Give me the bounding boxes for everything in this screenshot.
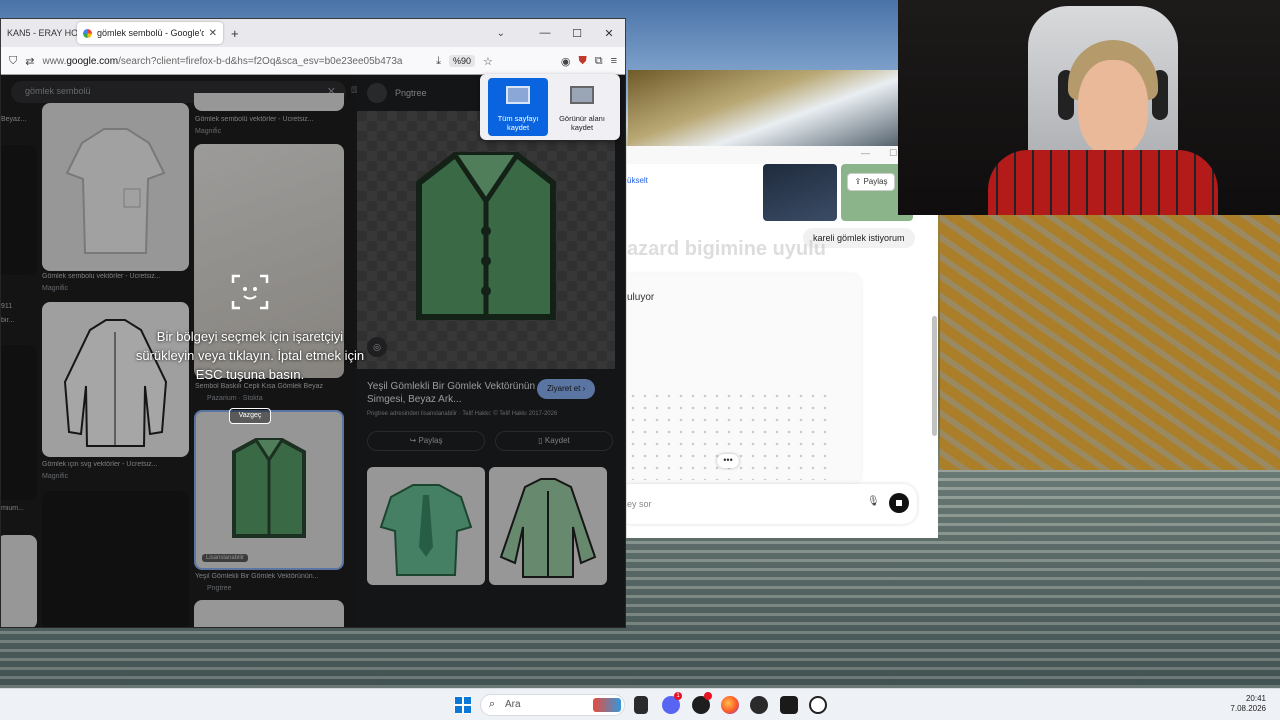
tab-bar: KAN5 - ERAY HOU ✕ gömlek sembolü - Googl… xyxy=(1,19,625,47)
obs-icon[interactable] xyxy=(750,696,768,714)
chevron-down-icon[interactable]: ⌄ xyxy=(497,28,505,39)
shield-icon[interactable]: ⛉ xyxy=(9,55,17,68)
mic-icon[interactable]: 🎙 xyxy=(867,496,880,507)
url-bar[interactable]: www.google.com/search?client=firefox-b-d… xyxy=(42,56,428,67)
ghost-text: azard bigimine uyulu xyxy=(627,238,826,260)
tab-1[interactable]: KAN5 - ERAY HOU ✕ xyxy=(1,22,77,44)
taskbar: ⌕ Ara 1 20:41 7.08.2026 xyxy=(0,688,1280,720)
visible-area-icon xyxy=(570,86,594,104)
maximize-icon[interactable]: ☐ xyxy=(889,148,897,159)
close-icon[interactable]: ✕ xyxy=(593,27,625,40)
screenshot-options-panel: Tüm sayfayı kaydet Görünür alanı kaydet xyxy=(480,74,620,140)
menu-icon[interactable]: ≡ xyxy=(611,55,617,67)
wallpaper-mountains xyxy=(628,70,898,150)
url-path: /search?client=firefox-b-d&hs=f2Oq&sca_e… xyxy=(118,55,403,67)
tab-2[interactable]: gömlek sembolü - Google'da Ar ✕ xyxy=(77,22,223,44)
windows-start-icon[interactable] xyxy=(454,696,472,714)
account-icon[interactable]: ◉ xyxy=(561,55,571,68)
close-tab-icon[interactable]: ✕ xyxy=(209,28,217,39)
wallpaper-slope xyxy=(940,215,1280,475)
bookmark-star-icon[interactable]: ☆ xyxy=(483,55,493,68)
save-full-page-label: Tüm sayfayı kaydet xyxy=(497,114,539,132)
firefox-icon[interactable] xyxy=(721,696,739,714)
full-page-icon xyxy=(506,86,530,104)
save-visible-area-button[interactable]: Görünür alanı kaydet xyxy=(552,78,612,136)
chat-window: — ☐ ükselt ⇪ Paylaş kareli gömlek istiyo… xyxy=(626,146,938,538)
more-options-icon[interactable]: ••• xyxy=(717,454,739,468)
discord-badge: 1 xyxy=(674,692,682,700)
app-m-icon[interactable] xyxy=(780,696,798,714)
tab-label: gömlek sembolü - Google'da Ar xyxy=(97,28,204,38)
app-badge xyxy=(704,692,712,700)
plaid-shirt xyxy=(988,150,1218,215)
ublock-icon[interactable]: ⛊ xyxy=(578,55,586,68)
site-settings-icon[interactable]: ⇄ xyxy=(25,55,34,68)
nav-bar: ⛉ ⇄ www.google.com/search?client=firefox… xyxy=(1,47,625,75)
save-page-icon[interactable]: ⤓ xyxy=(436,55,441,68)
streamer-face xyxy=(1078,60,1148,156)
share-button[interactable]: ⇪ Paylaş xyxy=(847,173,895,191)
maximize-icon[interactable]: ☐ xyxy=(561,27,593,40)
stop-button[interactable] xyxy=(889,493,909,513)
google-icon xyxy=(83,28,92,38)
search-icon: ⌕ xyxy=(489,698,496,710)
minimize-icon[interactable]: — xyxy=(529,27,561,40)
system-clock[interactable]: 20:41 7.08.2026 xyxy=(1230,694,1266,714)
chat-titlebar: — ☐ xyxy=(627,146,938,164)
tab-label: KAN5 - ERAY HOU xyxy=(7,28,77,38)
taskbar-search[interactable]: ⌕ Ara xyxy=(480,694,625,716)
url-domain: google.com xyxy=(66,55,119,67)
thinking-status: uluyor xyxy=(627,292,655,303)
message-input[interactable]: ey sor xyxy=(627,499,652,509)
save-visible-area-label: Görünür alanı kaydet xyxy=(559,114,605,132)
screenshot-instruction: Bir bölgeyi seçmek için işaretçiyi sürük… xyxy=(135,329,365,382)
webcam-overlay xyxy=(898,0,1280,215)
new-tab-icon[interactable]: + xyxy=(223,26,247,41)
extensions-icon[interactable]: ⧉ xyxy=(595,55,603,68)
save-full-page-button[interactable]: Tüm sayfayı kaydet xyxy=(488,78,548,136)
clock-date: 7.08.2026 xyxy=(1230,704,1266,713)
chat-image-1[interactable] xyxy=(763,164,837,221)
upgrade-link[interactable]: ükselt xyxy=(627,176,648,185)
chatgpt-icon[interactable] xyxy=(809,696,827,714)
chat-scrollbar[interactable] xyxy=(932,316,937,436)
share-icon: ⇪ xyxy=(854,177,862,186)
window-controls: — ☐ ✕ xyxy=(529,27,625,40)
clock-time: 20:41 xyxy=(1245,694,1266,703)
zoom-level[interactable]: %90 xyxy=(448,55,475,67)
taskbar-search-label: Ara xyxy=(505,699,521,710)
minimize-icon[interactable]: — xyxy=(861,148,870,158)
cancel-button[interactable]: Vazgeç xyxy=(229,408,271,424)
share-label: Paylaş xyxy=(863,177,888,186)
screenshot-face-icon xyxy=(231,274,269,310)
url-prefix: www. xyxy=(42,55,67,67)
search-highlight-icon xyxy=(593,698,621,712)
file-explorer-icon[interactable] xyxy=(634,696,648,714)
